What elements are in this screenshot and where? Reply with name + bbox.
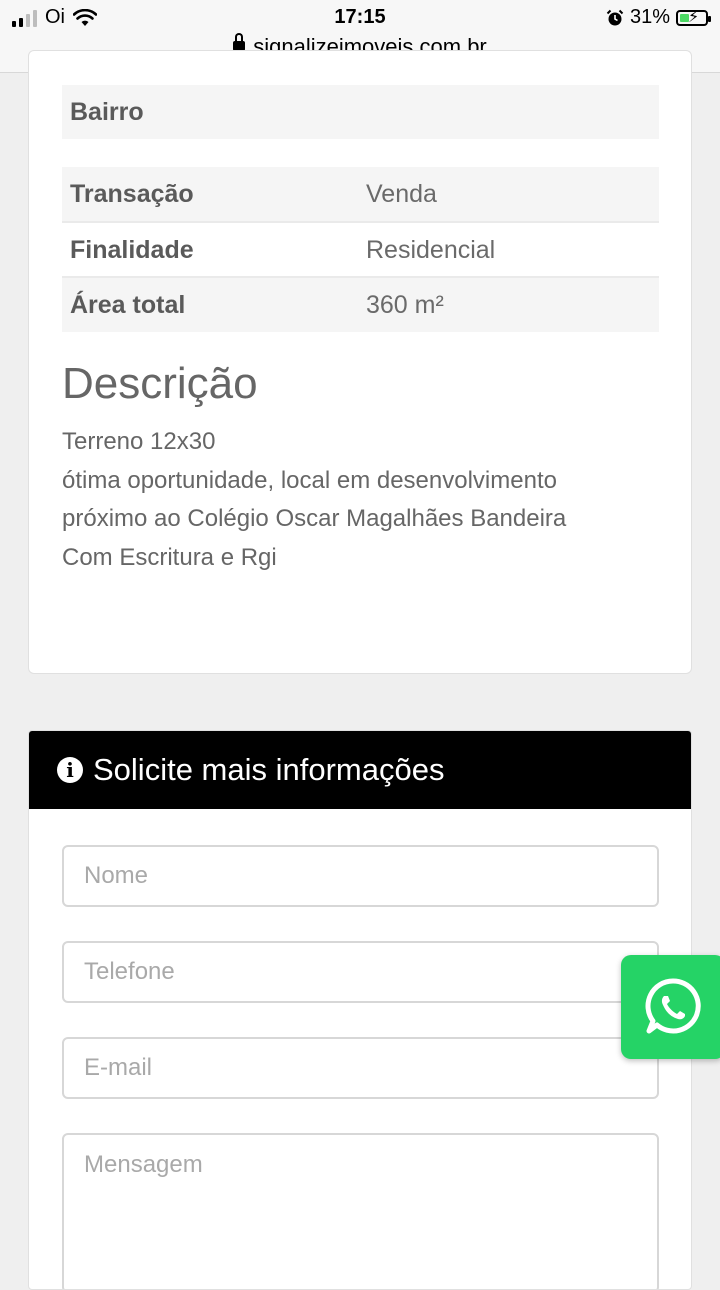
phone-input[interactable]: [62, 941, 659, 1003]
details-value: Residencial: [366, 235, 496, 264]
description-line: Terreno 12x30: [62, 428, 216, 455]
details-value: Venda: [366, 179, 437, 208]
details-label: Finalidade: [70, 235, 194, 264]
name-input[interactable]: [62, 845, 659, 907]
details-row: Finalidade Residencial: [62, 223, 659, 277]
property-details-card: Bairro Transação Venda Finalidade Reside…: [28, 50, 692, 674]
whatsapp-button[interactable]: [621, 955, 720, 1059]
description-line: próximo ao Colégio Oscar Magalhães Bande…: [62, 505, 567, 532]
battery-percent: 31%: [629, 6, 670, 28]
details-value: 360 m²: [366, 290, 444, 319]
alarm-icon: [606, 9, 624, 25]
email-input[interactable]: [62, 1037, 659, 1099]
description-text: Terreno 12x30 ótima oportunidade, local …: [62, 423, 566, 577]
details-label: Transação: [70, 179, 194, 208]
details-row-bairro: Bairro: [62, 85, 659, 139]
info-icon: i: [57, 757, 83, 783]
battery-icon: ⚡: [676, 9, 711, 26]
description-title: Descrição: [62, 359, 258, 408]
contact-form-card: i Solicite mais informações: [28, 730, 692, 1290]
details-label: Área total: [70, 290, 186, 319]
details-row: Área total 360 m²: [62, 278, 659, 332]
form-title: Solicite mais informações: [93, 752, 445, 787]
description-line: Com Escritura e Rgi: [62, 543, 277, 571]
message-textarea[interactable]: [62, 1133, 659, 1289]
status-right: 31% ⚡: [606, 6, 711, 29]
description-line: ótima oportunidade, local em desenvolvim…: [62, 466, 557, 494]
form-header: i Solicite mais informações: [29, 731, 691, 809]
details-label: Bairro: [70, 97, 144, 126]
details-row: Transação Venda: [62, 167, 659, 221]
whatsapp-icon: [645, 978, 701, 1034]
